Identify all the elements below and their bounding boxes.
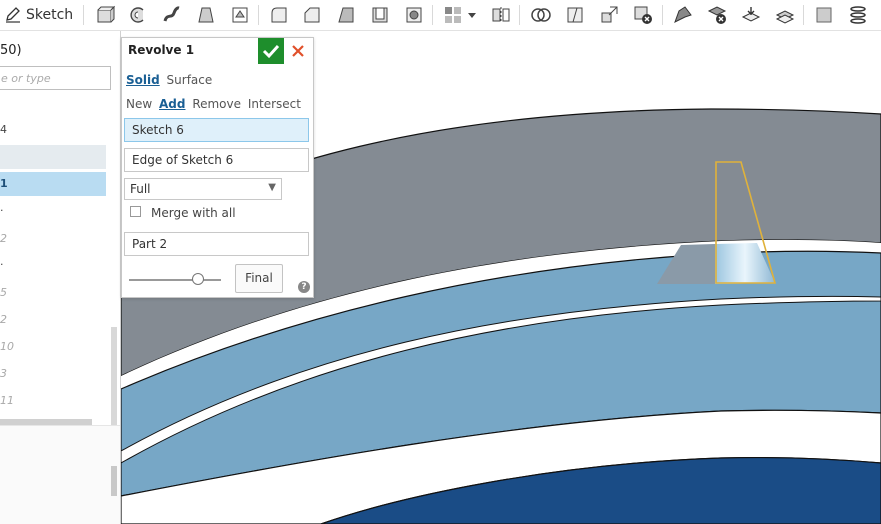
mirror-icon[interactable]: [491, 5, 511, 25]
checkmark-icon: [262, 44, 280, 59]
op-intersect[interactable]: Intersect: [248, 97, 301, 111]
feature-list-item[interactable]: .: [0, 250, 106, 274]
axis-selection-field[interactable]: Edge of Sketch 6: [124, 148, 309, 172]
feature-list-item[interactable]: .: [0, 196, 106, 220]
sketch-label: Sketch: [26, 7, 74, 23]
fillet-icon[interactable]: [269, 5, 289, 25]
parts-list-scrollbar[interactable]: [111, 466, 117, 496]
delete-part-icon[interactable]: [633, 5, 653, 25]
rollback-slider-track[interactable]: [129, 279, 221, 281]
body-type-tabs: Solid Surface: [126, 73, 215, 87]
toolbar-divider: [258, 5, 259, 25]
feature-list-item[interactable]: 5: [0, 281, 106, 305]
dropdown-icon[interactable]: [466, 5, 478, 25]
operation-tabs: New Add Remove Intersect: [126, 97, 304, 111]
op-add[interactable]: Add: [159, 97, 185, 111]
merge-checkbox[interactable]: [130, 206, 141, 217]
revolve-type-select[interactable]: Full ▼: [124, 178, 282, 200]
pencil-icon: [6, 7, 20, 23]
dialog-title: Revolve 1: [128, 43, 195, 57]
revolve-dialog: Revolve 1 Solid Surface New Add Remove I…: [121, 37, 314, 298]
sketch-button[interactable]: Sketch: [4, 4, 73, 26]
close-icon: [292, 45, 304, 57]
helix-icon[interactable]: [848, 5, 868, 25]
toolbar: Sketch: [0, 0, 881, 31]
feature-list-title: 50): [0, 43, 22, 58]
pattern-icon[interactable]: [443, 5, 463, 25]
final-button[interactable]: Final: [235, 264, 283, 293]
feature-list-item[interactable]: 3: [0, 362, 106, 386]
plane-icon[interactable]: [814, 5, 834, 25]
chamfer-icon[interactable]: [302, 5, 322, 25]
feature-list-item[interactable]: [0, 145, 106, 169]
hole-icon[interactable]: [404, 5, 424, 25]
confirm-button[interactable]: [258, 38, 284, 64]
thicken-icon[interactable]: [230, 5, 250, 25]
merge-scope-field[interactable]: Part 2: [124, 232, 309, 256]
toolbar-divider: [803, 5, 804, 25]
tab-surface[interactable]: Surface: [167, 73, 213, 87]
replace-face-icon[interactable]: [775, 5, 795, 25]
op-remove[interactable]: Remove: [192, 97, 241, 111]
feature-list-item[interactable]: 4: [0, 118, 106, 142]
delete-face-icon[interactable]: [707, 5, 727, 25]
draft-icon[interactable]: [336, 5, 356, 25]
cancel-button[interactable]: [288, 41, 308, 61]
tab-solid[interactable]: Solid: [126, 73, 160, 87]
merge-label: Merge with all: [151, 206, 236, 220]
feature-search-input[interactable]: e or type: [0, 66, 111, 90]
boolean-icon[interactable]: [531, 5, 551, 25]
parts-list-panel: [0, 425, 120, 524]
revolve-type-value: Full: [130, 182, 151, 196]
feature-list-item-selected[interactable]: 1: [0, 172, 106, 196]
move-face-icon[interactable]: [741, 5, 761, 25]
op-new[interactable]: New: [126, 97, 152, 111]
feature-list-item[interactable]: 11: [0, 389, 106, 413]
extrude-icon[interactable]: [95, 5, 115, 25]
feature-list-panel: 50) e or type 4 1 . 2 . 5 2 10 3 11: [0, 31, 121, 524]
toolbar-divider: [519, 5, 520, 25]
feature-list-item[interactable]: 10: [0, 335, 106, 359]
sweep-icon[interactable]: [162, 5, 182, 25]
toolbar-divider: [662, 5, 663, 25]
help-icon[interactable]: ?: [298, 281, 310, 293]
rollback-slider-handle[interactable]: [192, 273, 204, 285]
revolve-icon[interactable]: [128, 5, 148, 25]
split-icon[interactable]: [565, 5, 585, 25]
feature-list-item[interactable]: 2: [0, 227, 106, 251]
toolbar-divider: [432, 5, 433, 25]
toolbar-divider: [83, 5, 84, 25]
faces-selection-field[interactable]: Sketch 6: [124, 118, 309, 142]
transform-icon[interactable]: [599, 5, 619, 25]
feature-list-item[interactable]: 2: [0, 308, 106, 332]
modify-fillet-icon[interactable]: [673, 5, 693, 25]
chevron-down-icon: ▼: [268, 182, 276, 193]
loft-icon[interactable]: [196, 5, 216, 25]
shell-icon[interactable]: [370, 5, 390, 25]
